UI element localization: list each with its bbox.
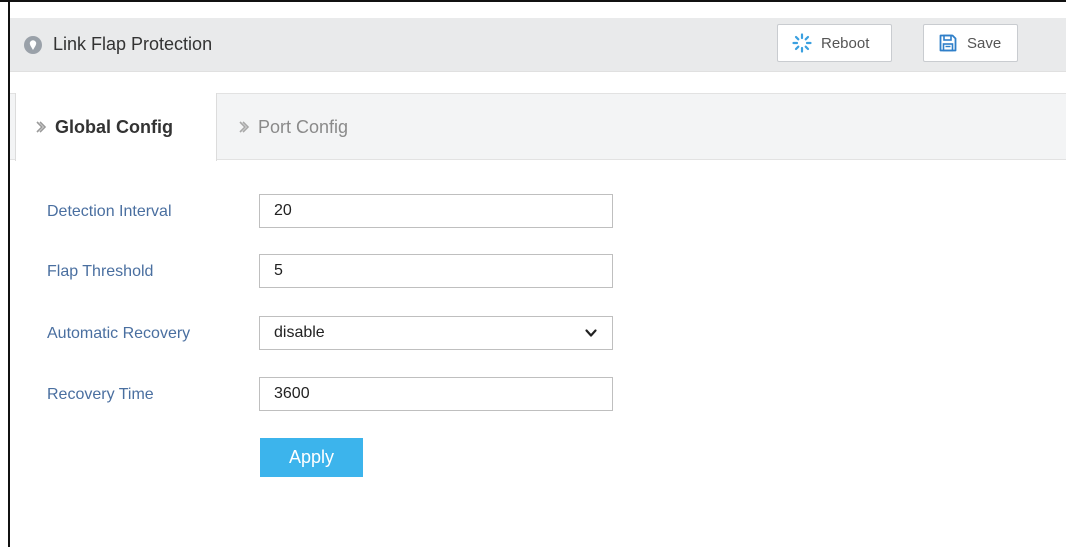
- tab-global-config-label: Global Config: [55, 116, 173, 137]
- recovery-time-input[interactable]: [259, 377, 613, 411]
- location-pin-icon: [24, 36, 42, 54]
- tab-port-config[interactable]: Port Config: [231, 93, 381, 161]
- floppy-disk-icon: [939, 34, 957, 52]
- window-frame-top: [0, 0, 1066, 2]
- automatic-recovery-select[interactable]: disable: [259, 316, 613, 350]
- page-header: Link Flap Protection Reboot Save: [10, 18, 1066, 72]
- window-frame-left: [8, 0, 10, 547]
- save-button[interactable]: Save: [923, 24, 1018, 62]
- automatic-recovery-label: Automatic Recovery: [47, 325, 191, 342]
- page-title: Link Flap Protection: [53, 34, 213, 54]
- reboot-button[interactable]: Reboot: [777, 24, 892, 62]
- recovery-time-label: Recovery Time: [47, 386, 154, 403]
- tab-bar: Global Config Port Config: [10, 93, 1066, 161]
- chevron-right-icon: [36, 121, 47, 133]
- chevron-down-icon: [585, 329, 597, 337]
- apply-button[interactable]: Apply: [260, 438, 363, 477]
- spinner-icon: [792, 33, 812, 53]
- detection-interval-input[interactable]: [259, 194, 613, 228]
- flap-threshold-input[interactable]: [259, 254, 613, 288]
- detection-interval-label: Detection Interval: [47, 203, 172, 220]
- reboot-label: Reboot: [821, 34, 870, 52]
- tab-global-config[interactable]: Global Config: [15, 93, 217, 161]
- tab-port-config-label: Port Config: [258, 116, 349, 137]
- flap-threshold-label: Flap Threshold: [47, 263, 154, 280]
- save-label: Save: [967, 34, 1002, 52]
- automatic-recovery-value: disable: [274, 324, 325, 341]
- chevron-right-icon: [239, 121, 250, 133]
